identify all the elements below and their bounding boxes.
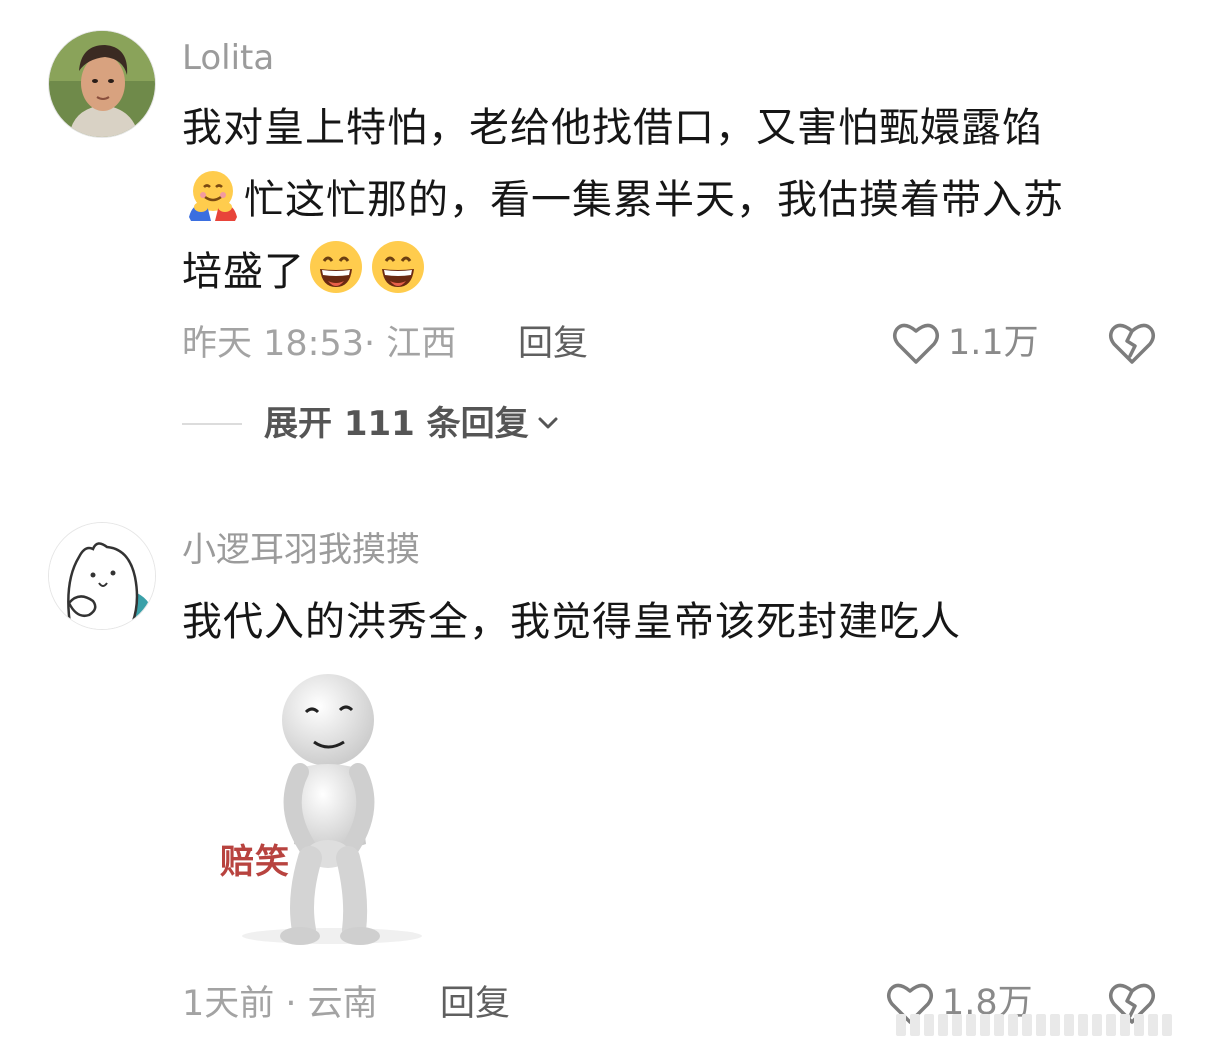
expand-replies-button[interactable]: 展开 111 条回复 [182,404,559,444]
watermark [896,1014,1196,1038]
comment-text-segment: 培盛了 [182,249,305,295]
reply-button[interactable]: 回复 [518,324,588,364]
username[interactable]: Lolita [182,38,274,78]
comment-meta: 1天前 · 云南 [182,984,378,1024]
comment-text: 我对皇上特怕，老给他找借口，又害怕甄嬛露馅 忙这忙那的，看一集累半天，我估摸着带… [182,92,1152,308]
username[interactable]: 小逻耳羽我摸摸 [182,530,420,570]
comment-text: 我代入的洪秀全，我觉得皇帝该死封建吃人 [182,599,961,645]
grinning-face-emoji [370,239,426,295]
comment-item: 小逻耳羽我摸摸 我代入的洪秀全，我觉得皇帝该死封建吃人 赔笑 1天前 · 云南 … [0,470,1206,1048]
comment-text-line: 忙这忙那的，看一集累半天，我估摸着带入苏 [182,164,1152,236]
dislike-button[interactable] [1108,320,1156,370]
reply-button[interactable]: 回复 [440,984,510,1024]
expand-replies-label: 展开 111 条回复 [264,404,529,444]
comment-text-line: 我对皇上特怕，老给他找借口，又害怕甄嬛露馅 [182,105,1043,151]
heart-outline-icon [892,320,940,366]
like-count: 1.1万 [948,323,1039,363]
avatar[interactable] [48,522,156,630]
grinning-face-emoji [308,239,364,295]
avatar[interactable] [48,30,156,138]
comment-item: Lolita 我对皇上特怕，老给他找借口，又害怕甄嬛露馅 忙这忙那的，看一集累半… [0,0,1206,470]
divider [182,423,242,425]
broken-heart-icon [1108,323,1156,370]
comment-text-line: 培盛了 [182,236,1152,308]
comment-meta: 昨天 18:53· 江西 [182,324,457,364]
hugging-face-emoji [185,167,241,223]
comment-text-segment: 忙这忙那的，看一集累半天，我估摸着带入苏 [244,177,1064,223]
sticker-image[interactable]: 赔笑 [182,668,478,964]
sticker-caption: 赔笑 [220,842,290,882]
like-button[interactable]: 1.1万 [892,320,1039,366]
chevron-down-icon [537,415,559,434]
